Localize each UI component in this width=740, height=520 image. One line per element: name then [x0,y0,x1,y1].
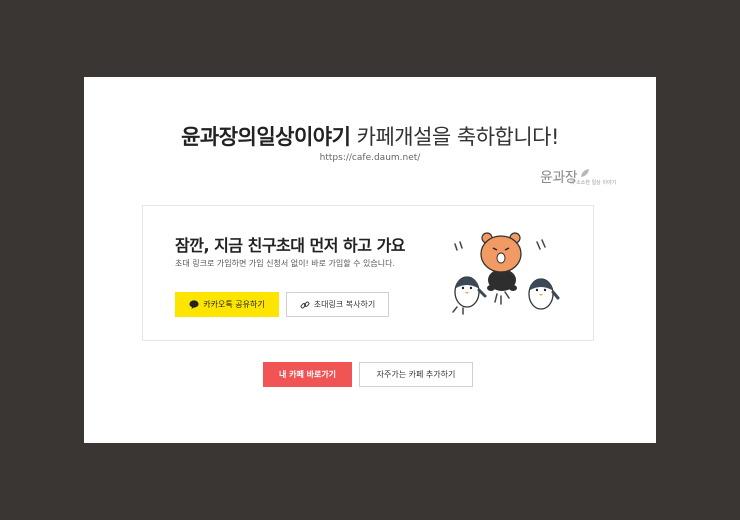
watermark-sub: 의 소소한 일상 이야기 [570,180,617,186]
cafe-created-modal: 윤과장의일상이야기 카페개설을 축하합니다! https://cafe.daum… [84,77,656,443]
invite-title: 잠깐, 지금 친구초대 먼저 하고 가요 [175,236,406,255]
blog-watermark: 윤과장 의 소소한 일상 이야기 [540,167,630,191]
kakao-share-label: 카카오톡 공유하기 [203,300,265,309]
link-icon [300,301,310,308]
cafe-url: https://cafe.daum.net/ [319,153,421,163]
cafe-name: 윤과장의일상이야기 [181,125,351,149]
copy-link-label: 초대링크 복사하기 [313,300,376,309]
right-penguin [528,278,560,310]
page-title: 윤과장의일상이야기 카페개설을 축하합니다! [84,121,656,151]
character-illustration [452,232,560,315]
add-favorite-cafe-button[interactable]: 자주가는 카페 추가하기 [359,362,473,387]
title-suffix: 카페개설을 축하합니다! [350,125,560,149]
copy-invite-link-button[interactable]: 초대링크 복사하기 [286,292,389,317]
speech-bubble-icon [189,300,199,309]
go-to-my-cafe-button[interactable]: 내 카페 바로가기 [263,362,352,387]
invite-description: 초대 링크로 가입하면 가입 신청서 없이! 바로 가입할 수 있습니다. [175,259,395,268]
kakao-share-button[interactable]: 카카오톡 공유하기 [175,292,279,317]
invite-friends-panel: 잠깐, 지금 친구초대 먼저 하고 가요 초대 링크로 가입하면 가입 신청서 … [142,205,594,341]
bear-character [480,232,522,291]
left-penguin [454,276,487,308]
